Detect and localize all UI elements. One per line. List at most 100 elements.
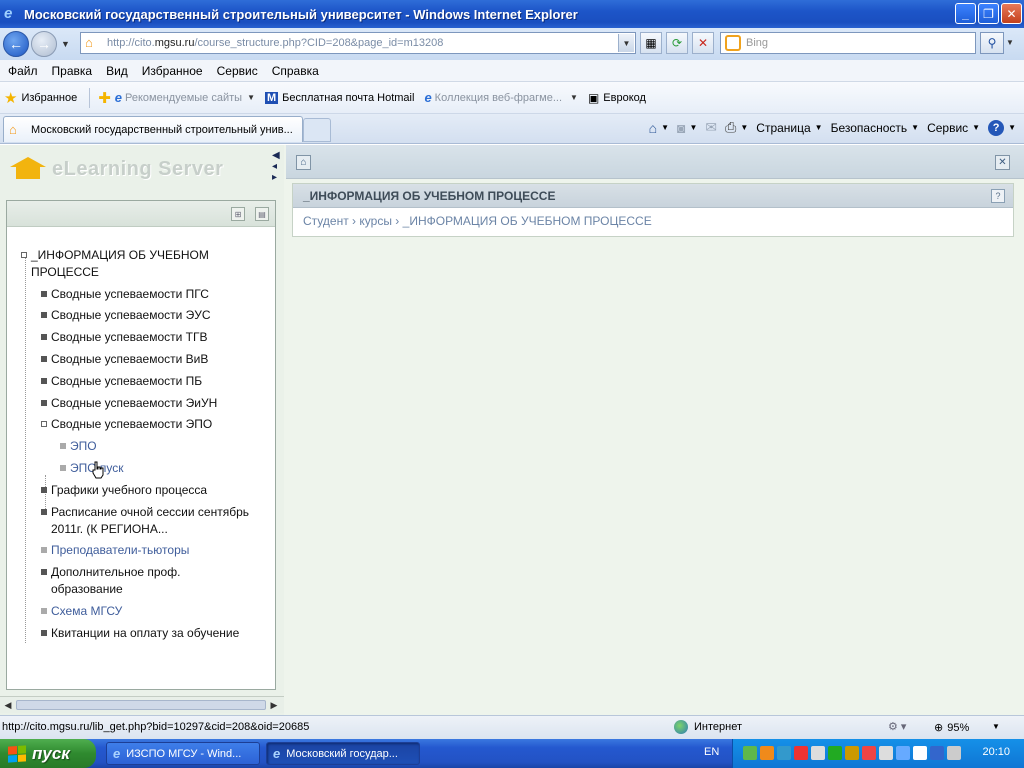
tree-item-eiun[interactable]: Сводные успеваемости ЭиУН: [41, 395, 217, 412]
tray-icon[interactable]: [947, 746, 961, 760]
tray-icon[interactable]: [896, 746, 910, 760]
clock[interactable]: 20:10: [982, 746, 1010, 758]
favorite-web-slice-gallery[interactable]: e Коллекция веб-фрагме... ▼: [424, 90, 578, 105]
protected-mode-icon[interactable]: ⚙ ▾: [888, 720, 906, 733]
menu-favorites[interactable]: Избранное: [142, 64, 203, 78]
scroll-left-icon[interactable]: ◀: [2, 699, 14, 711]
tree-item-schedule-graphs[interactable]: Графики учебного процесса: [41, 482, 208, 499]
content-help-icon[interactable]: ?: [991, 189, 1005, 203]
close-window-button[interactable]: ✕: [1001, 3, 1022, 24]
tree-item-eus[interactable]: Сводные успеваемости ЭУС: [41, 307, 211, 324]
security-menu[interactable]: Безопасность ▼: [831, 121, 919, 135]
content-home-icon[interactable]: ⌂: [296, 155, 311, 170]
tree-item-epo-sub[interactable]: ЭПО: [60, 438, 97, 455]
breadcrumb-courses[interactable]: курсы: [359, 214, 392, 228]
menu-edit[interactable]: Правка: [52, 64, 93, 78]
scrollbar-thumb[interactable]: [16, 700, 266, 710]
menu-help[interactable]: Справка: [272, 64, 319, 78]
maximize-button[interactable]: ❐: [978, 3, 999, 24]
taskbar-task-mgsu[interactable]: e Московский государ...: [266, 742, 420, 765]
tree-item-session-schedule[interactable]: Расписание очной сессии сентябрь 2011г. …: [41, 504, 266, 538]
tree-horizontal-scrollbar[interactable]: ◀ ▶: [0, 696, 284, 713]
tree-item-pgs[interactable]: Сводные успеваемости ПГС: [41, 286, 209, 303]
tray-icon[interactable]: [760, 746, 774, 760]
tree-item-label: Сводные успеваемости ТГВ: [51, 330, 208, 344]
address-dropdown-icon[interactable]: ▼: [618, 34, 634, 52]
tree-item-payment-receipts[interactable]: Квитанции на оплату за обучение: [41, 625, 239, 642]
tree-item-label: Сводные успеваемости ПГС: [51, 287, 209, 301]
menu-file[interactable]: Файл: [8, 64, 38, 78]
tree-item-pb[interactable]: Сводные успеваемости ПБ: [41, 373, 202, 390]
history-dropdown-icon[interactable]: ▼: [61, 39, 70, 49]
start-button[interactable]: пуск: [0, 739, 96, 768]
tab-mgsu[interactable]: ⌂ Московский государственный строительны…: [3, 116, 303, 142]
back-button[interactable]: ←: [3, 31, 29, 57]
new-tab-button[interactable]: [303, 118, 331, 142]
stop-icon[interactable]: ✕: [692, 32, 714, 54]
language-indicator[interactable]: EN: [704, 746, 719, 758]
window-title-bar[interactable]: e Московский государственный строительны…: [0, 0, 1024, 28]
tree-expand-icon[interactable]: ⊞: [231, 207, 245, 221]
dropdown-icon[interactable]: ▼: [247, 93, 255, 102]
add-favorite-icon[interactable]: ✚: [98, 89, 111, 107]
help-menu[interactable]: ? ▼: [988, 119, 1016, 136]
favorite-hotmail[interactable]: M Бесплатная почта Hotmail: [264, 91, 414, 104]
tree-item-tgv[interactable]: Сводные успеваемости ТГВ: [41, 329, 208, 346]
content-close-icon[interactable]: ✕: [995, 155, 1010, 170]
feeds-button[interactable]: ◙ ▼: [677, 120, 697, 136]
tree-item-tutors[interactable]: Преподаватели-тьюторы: [41, 542, 189, 559]
search-options-dropdown-icon[interactable]: ▼: [1006, 38, 1014, 47]
tree-item-epo[interactable]: Сводные успеваемости ЭПО: [41, 416, 212, 433]
tray-icon[interactable]: [845, 746, 859, 760]
address-bar[interactable]: ⌂ http://cito.mgsu.ru/course_structure.p…: [80, 32, 636, 54]
tree-item-mgsu-map[interactable]: Схема МГСУ: [41, 603, 122, 620]
tray-icon[interactable]: [777, 746, 791, 760]
breadcrumb-current: _ИНФОРМАЦИЯ ОБ УЧЕБНОМ ПРОЦЕССЕ: [402, 214, 652, 228]
tray-icon[interactable]: [828, 746, 842, 760]
security-zone[interactable]: Интернет: [674, 720, 742, 734]
menu-tools[interactable]: Сервис: [217, 64, 258, 78]
forward-button[interactable]: →: [31, 31, 57, 57]
tray-icon[interactable]: [930, 746, 944, 760]
tree-root[interactable]: _ИНФОРМАЦИЯ ОБ УЧЕБНОМ ПРОЦЕССЕ: [21, 247, 231, 281]
zoom-icon: ⊕: [934, 722, 944, 734]
tree-collapse-icon[interactable]: ▤: [255, 207, 269, 221]
search-button[interactable]: ⚲: [980, 32, 1004, 54]
page-menu[interactable]: Страница ▼: [756, 121, 822, 135]
tray-icon[interactable]: [811, 746, 825, 760]
address-url[interactable]: http://cito.mgsu.ru/course_structure.php…: [107, 37, 443, 49]
tray-icon[interactable]: [743, 746, 757, 760]
minimize-button[interactable]: _: [955, 3, 976, 24]
scroll-right-icon[interactable]: ▶: [268, 699, 280, 711]
dropdown-icon[interactable]: ▼: [570, 93, 578, 102]
favorite-eurocode[interactable]: ▣ Еврокод: [588, 91, 646, 105]
favorite-suggested-sites[interactable]: e Рекомендуемые сайты ▼: [115, 90, 255, 105]
read-mail-button[interactable]: ✉: [705, 119, 717, 136]
zoom-control[interactable]: ⊕ 95%: [934, 721, 969, 735]
tree-item-viv[interactable]: Сводные успеваемости ВиВ: [41, 351, 208, 368]
panel-collapse-icon[interactable]: ◀ ◂ ▸: [272, 150, 282, 183]
tree-item-label: Сводные успеваемости ЭУС: [51, 308, 211, 322]
zoom-dropdown-icon[interactable]: ▼: [992, 722, 1000, 731]
tray-icon[interactable]: [879, 746, 893, 760]
search-input[interactable]: Bing: [720, 32, 976, 54]
favorites-button[interactable]: ★ Избранное: [4, 89, 77, 107]
tree-item-additional-education[interactable]: Дополнительное проф. образование: [41, 564, 201, 598]
breadcrumb-separator: ›: [352, 214, 357, 228]
print-button[interactable]: ⎙ ▼: [725, 119, 748, 136]
taskbar-task-izspo[interactable]: e ИЗСПО МГСУ - Wind...: [106, 742, 260, 765]
tray-icon[interactable]: [913, 746, 927, 760]
tray-icon[interactable]: [862, 746, 876, 760]
windows-logo-icon: [8, 744, 26, 763]
tools-menu[interactable]: Сервис ▼: [927, 121, 980, 135]
menu-view[interactable]: Вид: [106, 64, 128, 78]
refresh-icon[interactable]: ⟳: [666, 32, 688, 54]
breadcrumb-student[interactable]: Студент: [303, 214, 349, 228]
security-menu-label: Безопасность: [830, 120, 908, 135]
tree-item-label: Графики учебного процесса: [51, 483, 208, 497]
favorite-label: Коллекция веб-фрагме...: [434, 91, 563, 104]
compatibility-view-icon[interactable]: ▦: [640, 32, 662, 54]
ie-icon: e: [273, 746, 281, 761]
home-button[interactable]: ⌂ ▼: [649, 120, 669, 136]
tray-icon[interactable]: [794, 746, 808, 760]
